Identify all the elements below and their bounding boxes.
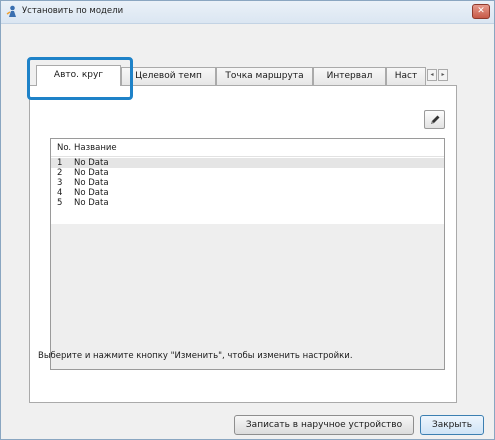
dialog-window: Установить по модели ✕ Авто. круг Целево…: [0, 0, 495, 440]
row-name: No Data: [74, 188, 109, 198]
close-window-button[interactable]: ✕: [472, 4, 490, 19]
list-item[interactable]: 1 No Data: [51, 158, 444, 168]
title-bar[interactable]: Установить по модели ✕: [1, 1, 494, 24]
column-header-name[interactable]: Название: [74, 143, 117, 153]
row-name: No Data: [74, 178, 109, 188]
tab-scroll-right-button[interactable]: ▸: [438, 69, 448, 81]
tab-label: Наст: [394, 71, 418, 81]
button-label: Записать в наручное устройство: [245, 420, 403, 430]
write-to-device-button[interactable]: Записать в наручное устройство: [234, 415, 414, 435]
tab-scroll-left-button[interactable]: ◂: [427, 69, 437, 81]
tab-label: Точка маршрута: [225, 71, 304, 81]
instruction-text: Выберите и нажмите кнопку "Изменить", чт…: [38, 351, 353, 361]
tab-panel-auto-lap: No. Название 1 No Data 2 No Data 3 No Da…: [29, 85, 457, 403]
close-button[interactable]: Закрыть: [420, 415, 484, 435]
tab-interval[interactable]: Интервал: [313, 67, 386, 85]
window-title: Установить по модели: [22, 6, 124, 16]
chevron-right-icon: ▸: [441, 71, 445, 78]
button-label: Закрыть: [431, 420, 473, 430]
list-header: No. Название: [51, 139, 444, 157]
edit-button[interactable]: [424, 110, 445, 129]
row-name: No Data: [74, 168, 109, 178]
row-name: No Data: [74, 158, 109, 168]
tab-auto-lap[interactable]: Авто. круг: [36, 65, 121, 86]
list-item[interactable]: 2 No Data: [51, 168, 444, 178]
model-list[interactable]: No. Название 1 No Data 2 No Data 3 No Da…: [50, 138, 445, 370]
tab-settings[interactable]: Наст: [386, 67, 426, 85]
chevron-left-icon: ◂: [430, 71, 434, 78]
list-item[interactable]: 4 No Data: [51, 188, 444, 198]
tab-label: Целевой темп: [135, 71, 202, 81]
tab-waypoint[interactable]: Точка маршрута: [216, 67, 313, 85]
tab-target-pace[interactable]: Целевой темп: [121, 67, 216, 85]
app-person-icon: [6, 5, 19, 18]
close-icon: ✕: [477, 6, 485, 16]
list-empty-area: [51, 224, 444, 369]
list-item[interactable]: 3 No Data: [51, 178, 444, 188]
list-item[interactable]: 5 No Data: [51, 198, 444, 208]
pencil-icon: [431, 115, 440, 124]
tab-label: Авто. круг: [53, 70, 104, 80]
tab-label: Интервал: [326, 71, 373, 81]
row-name: No Data: [74, 198, 109, 208]
